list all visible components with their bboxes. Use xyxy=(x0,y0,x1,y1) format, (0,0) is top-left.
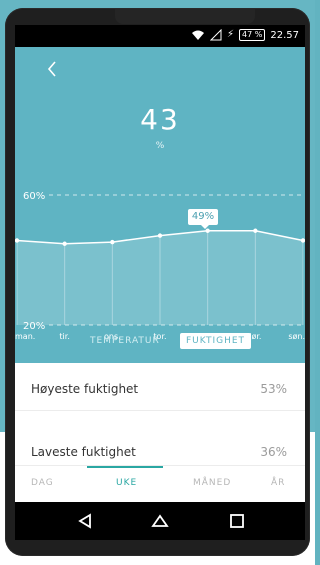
stat-value: 36% xyxy=(260,445,287,459)
chart-callout-pointer xyxy=(200,224,210,229)
chart-point[interactable] xyxy=(205,228,210,233)
chart-callout: 49% xyxy=(188,209,218,225)
chart-point[interactable] xyxy=(110,239,115,245)
tab-humidity[interactable]: FUKTIGHET xyxy=(180,333,252,349)
status-bar: ⚡ 47 % 22.57 xyxy=(15,25,305,47)
status-time: 22.57 xyxy=(270,29,299,41)
wifi-icon xyxy=(192,30,204,40)
chart-y-tick-label: 60% xyxy=(23,191,45,202)
humidity-chart: 60%20%man.tir.ons.tor.fre.lør.søn. xyxy=(15,191,305,341)
tab-month[interactable]: MÅNED xyxy=(193,478,231,488)
tab-day[interactable]: DAG xyxy=(31,478,54,488)
bolt-icon: ⚡ xyxy=(227,29,235,40)
signal-icon xyxy=(210,29,222,41)
chart-point[interactable] xyxy=(253,228,258,233)
chart-area xyxy=(17,230,303,325)
chart-point[interactable] xyxy=(300,238,305,243)
stat-label: Laveste fuktighet xyxy=(31,445,136,459)
tab-year[interactable]: ÅR xyxy=(271,478,285,488)
period-tabs: DAG UKE MÅNED ÅR xyxy=(15,465,305,502)
current-value: 43 xyxy=(140,103,180,136)
stat-value: 53% xyxy=(260,382,287,396)
chevron-left-icon xyxy=(47,61,56,77)
chart-point[interactable] xyxy=(157,233,163,238)
chart-point[interactable] xyxy=(62,241,67,246)
status-icons: ⚡ 47 % 22.57 xyxy=(191,29,299,41)
current-unit: % xyxy=(155,141,165,151)
period-active-indicator xyxy=(87,466,163,468)
chart-point[interactable] xyxy=(15,238,20,243)
triangle-back-icon[interactable] xyxy=(75,511,95,531)
tab-temperature[interactable]: TEMPERATUR xyxy=(90,336,160,346)
back-button[interactable] xyxy=(43,59,63,79)
stat-row-highest: Høyeste fuktighet 53% xyxy=(15,370,305,411)
home-icon[interactable] xyxy=(150,511,170,531)
square-recent-icon[interactable] xyxy=(227,511,247,531)
phone-screen: ⚡ 47 % 22.57 43 % 60% 20% man. tir. ons. tor.… xyxy=(15,25,305,540)
metric-tabs: TEMPERATUR FUKTIGHET xyxy=(15,331,305,355)
stat-label: Høyeste fuktighet xyxy=(31,382,139,396)
tab-week[interactable]: UKE xyxy=(116,478,137,488)
phone-speaker xyxy=(115,8,255,24)
android-navbar xyxy=(15,502,305,540)
battery-indicator: 47 % xyxy=(239,29,266,41)
